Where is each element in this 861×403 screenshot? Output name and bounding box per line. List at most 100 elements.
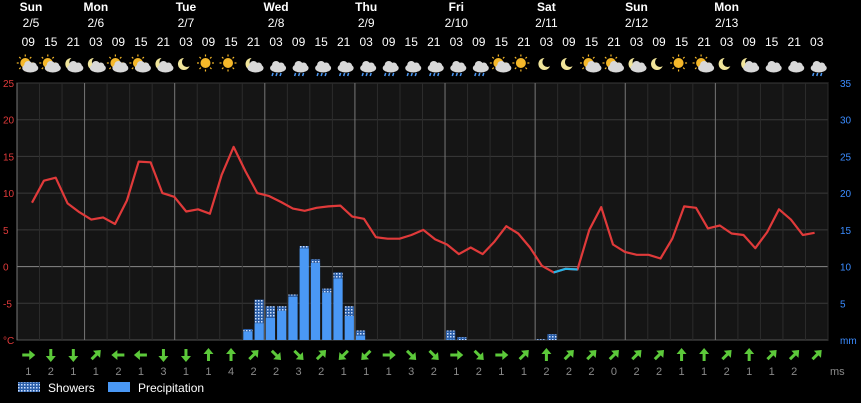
wind-arrow-icon bbox=[586, 350, 597, 361]
moon-icon bbox=[560, 57, 575, 70]
cloud-rain-icon bbox=[382, 61, 399, 77]
showers-bar bbox=[277, 306, 287, 311]
hour-label: 15 bbox=[134, 35, 148, 49]
wind-speed: 3 bbox=[408, 366, 414, 378]
sun-ray bbox=[604, 56, 607, 59]
wind-speed: 1 bbox=[701, 366, 707, 378]
rain-drop bbox=[279, 72, 282, 77]
day-name: Mon bbox=[84, 0, 109, 14]
wind-arrow-shape bbox=[428, 349, 439, 360]
cloud-puff bbox=[750, 62, 758, 70]
temp-tick: 5 bbox=[3, 226, 9, 237]
wind-arrow-icon bbox=[180, 349, 191, 362]
hour-label: 09 bbox=[112, 35, 126, 49]
sun-shape bbox=[200, 58, 211, 68]
wind-speed: 2 bbox=[633, 366, 639, 378]
wind-arrow-icon bbox=[766, 350, 777, 361]
wind-arrow-icon bbox=[111, 350, 125, 360]
hour-label: 21 bbox=[157, 35, 171, 49]
wind-arrow-shape bbox=[361, 349, 372, 360]
hour-label: 03 bbox=[720, 35, 734, 49]
cloud-icon bbox=[765, 61, 782, 73]
wind-speed: 1 bbox=[93, 366, 99, 378]
cloud-puff bbox=[97, 62, 105, 70]
sun-ray bbox=[142, 56, 145, 59]
rain-drop bbox=[275, 72, 278, 77]
sun-ray bbox=[672, 67, 675, 70]
showers-bar bbox=[254, 299, 264, 324]
hour-label: 15 bbox=[495, 35, 509, 49]
day-header: Sun 2/5 Mon 2/6 Tue 2/7 Wed 2/8 Thu 2/9 Fri 2/10 Sat… bbox=[20, 0, 739, 30]
hour-label: 21 bbox=[337, 35, 351, 49]
sun-ray bbox=[18, 56, 22, 59]
wind-arrow-icon bbox=[653, 350, 664, 361]
sun-ray bbox=[131, 56, 134, 59]
precip-tick: 35 bbox=[840, 79, 852, 90]
sun-ray bbox=[582, 67, 585, 70]
wind-arrow-icon bbox=[744, 348, 755, 361]
wind-speed: 1 bbox=[386, 366, 392, 378]
sun-ray bbox=[491, 67, 495, 70]
wind-arrow-icon bbox=[226, 348, 237, 361]
wind-speed: 2 bbox=[273, 366, 279, 378]
day-date: 2/7 bbox=[178, 16, 195, 30]
wind-arrow-shape bbox=[653, 350, 664, 361]
hour-label: 03 bbox=[630, 35, 644, 49]
cloud-puff bbox=[345, 62, 353, 70]
day-name: Mon bbox=[714, 0, 739, 14]
legend-precipitation-swatch bbox=[108, 382, 130, 392]
wind-arrow-shape bbox=[382, 350, 396, 360]
hour-label: 09 bbox=[22, 35, 36, 49]
wind-arrow-icon bbox=[631, 350, 642, 361]
wind-arrow-shape bbox=[744, 348, 755, 361]
wind-speed: 1 bbox=[679, 366, 685, 378]
legend-showers-label: Showers bbox=[48, 381, 95, 395]
day-date: 2/9 bbox=[358, 16, 375, 30]
showers-bar bbox=[457, 337, 467, 340]
wind-arrow-icon bbox=[361, 349, 372, 360]
hour-label: 03 bbox=[179, 35, 193, 49]
rain-drop bbox=[455, 72, 459, 77]
wind-arrow-icon bbox=[90, 350, 101, 361]
rain-drop bbox=[433, 72, 436, 77]
moon-icon bbox=[651, 57, 666, 70]
moon-cloud-icon bbox=[65, 57, 84, 73]
precip-unit: mm bbox=[840, 336, 857, 347]
sun-ray bbox=[582, 56, 585, 59]
sun-ray bbox=[41, 56, 44, 59]
sun-cloud-icon bbox=[16, 54, 39, 73]
hour-label: 09 bbox=[562, 35, 576, 49]
wind-arrow-shape bbox=[788, 350, 800, 361]
wind-arrow-shape bbox=[541, 348, 552, 361]
sun-icon bbox=[512, 54, 530, 72]
wind-arrow-icon bbox=[699, 348, 710, 361]
showers-bar bbox=[243, 328, 253, 332]
sun-ray bbox=[209, 56, 212, 59]
wind-arrow-icon bbox=[428, 349, 439, 360]
cloud-puff bbox=[705, 62, 713, 70]
hour-label: 03 bbox=[450, 35, 464, 49]
moon-cloud-icon bbox=[245, 57, 264, 73]
sun-ray bbox=[615, 56, 618, 59]
sun-ray bbox=[51, 56, 55, 59]
showers-bar bbox=[355, 330, 366, 336]
cloud-icon bbox=[788, 61, 805, 73]
precip-tick: 25 bbox=[840, 152, 852, 163]
rain-drop bbox=[812, 72, 815, 77]
cloud-puff bbox=[390, 62, 398, 70]
wind-arrow-icon bbox=[676, 348, 687, 361]
wind-arrow-icon bbox=[450, 350, 464, 360]
wind-arrow-shape bbox=[158, 349, 169, 362]
precipitation-bar bbox=[277, 310, 287, 340]
hour-label: 09 bbox=[202, 35, 216, 49]
wind-speed: 2 bbox=[588, 366, 594, 378]
wind-arrow-icon bbox=[315, 350, 327, 361]
cloud-rain-icon bbox=[810, 61, 827, 77]
rain-drop bbox=[429, 72, 432, 77]
rain-drop bbox=[482, 72, 485, 77]
precipitation-bar bbox=[288, 296, 298, 340]
showers-bar bbox=[288, 294, 298, 297]
sun-ray bbox=[672, 56, 675, 59]
hour-label: 21 bbox=[788, 35, 802, 49]
precipitation-bar bbox=[254, 323, 264, 340]
